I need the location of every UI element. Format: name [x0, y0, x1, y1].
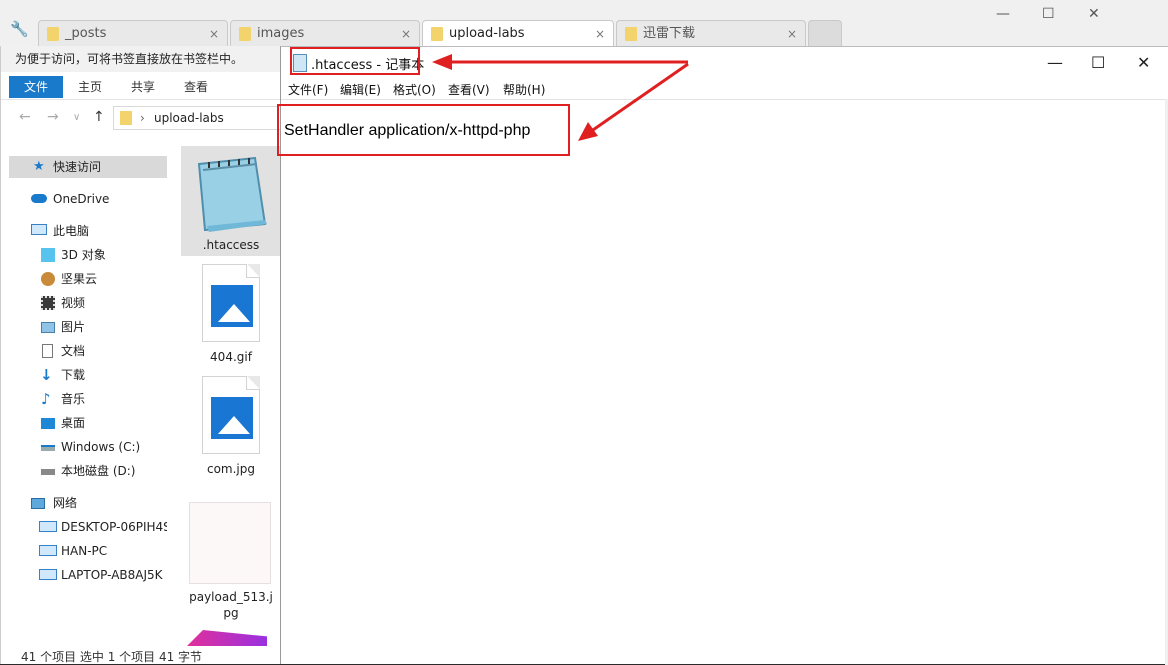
annotation-arrows [432, 54, 689, 141]
